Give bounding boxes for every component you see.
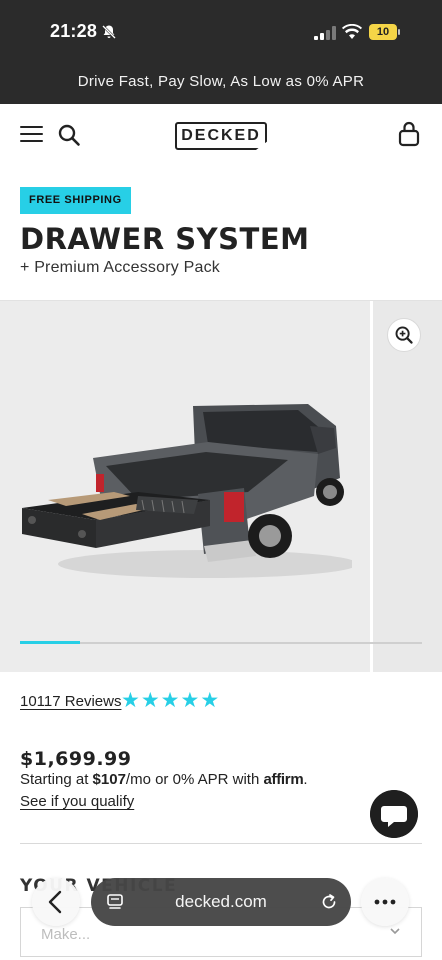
star-icon: ★ bbox=[140, 689, 160, 712]
back-chevron-icon bbox=[48, 890, 62, 914]
rating-stars[interactable]: ★ ★ ★ ★ ★ bbox=[121, 690, 220, 712]
see-if-you-qualify-link[interactable]: See if you qualify bbox=[20, 793, 134, 810]
top-banner: 21:28 10 Drive Fast, Pay Slow, As Low as… bbox=[0, 0, 442, 104]
status-time: 21:28 bbox=[50, 21, 98, 41]
cellular-signal-icon bbox=[314, 26, 336, 40]
star-icon: ★ bbox=[200, 689, 220, 712]
promo-banner-text[interactable]: Drive Fast, Pay Slow, As Low as 0% APR bbox=[0, 73, 442, 90]
reload-icon[interactable] bbox=[320, 893, 338, 911]
reviews-link[interactable]: 10117 Reviews bbox=[20, 693, 121, 710]
star-icon: ★ bbox=[121, 689, 140, 712]
monthly-amount: $107 bbox=[92, 771, 126, 788]
bell-slash-icon bbox=[102, 25, 116, 39]
chat-icon[interactable] bbox=[370, 790, 418, 838]
battery-level: 10 bbox=[369, 24, 397, 40]
star-icon: ★ bbox=[160, 689, 180, 712]
menu-icon[interactable] bbox=[20, 126, 43, 144]
browser-back-button[interactable] bbox=[32, 878, 80, 926]
product-subtitle: + Premium Accessory Pack bbox=[20, 259, 220, 276]
product-price: $1,699.99 bbox=[20, 748, 132, 770]
gallery-progress-fill bbox=[20, 641, 81, 644]
gallery-progress bbox=[20, 641, 422, 644]
more-options-button[interactable] bbox=[361, 878, 409, 926]
affirm-logo: affirm bbox=[263, 771, 304, 788]
next-slide-preview[interactable] bbox=[373, 301, 442, 672]
free-shipping-badge: FREE SHIPPING bbox=[20, 187, 131, 214]
url-text[interactable]: decked.com bbox=[91, 892, 351, 912]
make-placeholder: Make... bbox=[41, 926, 91, 943]
zoom-in-icon[interactable] bbox=[387, 318, 421, 352]
decked-logo[interactable]: DECKED bbox=[175, 122, 267, 150]
cart-bag-icon[interactable] bbox=[398, 121, 420, 147]
product-title: DRAWER SYSTEM bbox=[20, 222, 310, 256]
section-divider bbox=[20, 843, 422, 844]
wifi-icon bbox=[342, 24, 362, 39]
search-icon[interactable] bbox=[57, 123, 81, 147]
financing-text: Starting at $107/mo or 0% APR with affir… bbox=[20, 771, 308, 788]
more-icon bbox=[374, 899, 396, 905]
star-icon: ★ bbox=[180, 689, 200, 712]
address-bar[interactable]: decked.com bbox=[91, 878, 351, 926]
chevron-down-icon bbox=[390, 928, 400, 935]
site-header: DECKED bbox=[0, 104, 442, 166]
product-image bbox=[22, 404, 352, 578]
battery-icon: 10 bbox=[369, 24, 401, 40]
